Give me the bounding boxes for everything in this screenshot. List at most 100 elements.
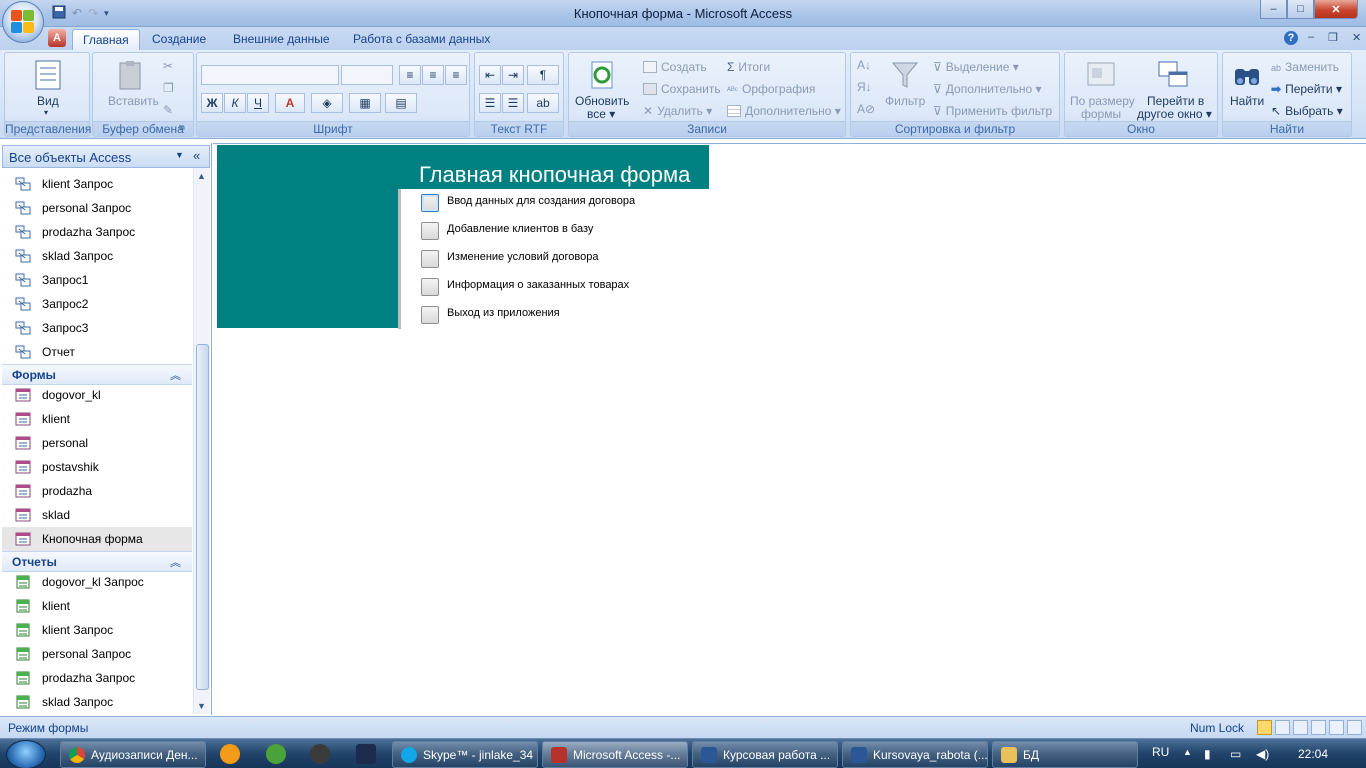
taskbar-item-folder[interactable]: БД: [992, 741, 1138, 768]
replace-button[interactable]: ab Заменить: [1271, 60, 1339, 74]
refresh-button[interactable]: Обновить: [575, 94, 629, 108]
nav-query-item[interactable]: Отчет: [2, 340, 192, 364]
nav-form-item[interactable]: personal: [2, 431, 192, 455]
apply-filter-button[interactable]: ⊽ Применить фильтр: [933, 104, 1052, 118]
sort-ascending-icon[interactable]: A↓: [857, 58, 871, 72]
nav-form-item[interactable]: dogovor_kl: [2, 383, 192, 407]
doc-minimize-button[interactable]: –: [1308, 31, 1314, 43]
bold-button[interactable]: Ж: [201, 93, 223, 113]
nav-report-item[interactable]: sklad Запрос: [2, 690, 192, 714]
more-records-button[interactable]: Дополнительно ▾: [727, 104, 841, 118]
doc-close-button[interactable]: ✕: [1352, 31, 1361, 44]
taskbar-item-skype[interactable]: Skype™ - jinlake_34: [392, 741, 538, 768]
fit-form-button-line2[interactable]: формы: [1081, 107, 1121, 121]
increase-indent-icon[interactable]: ⇥: [502, 65, 524, 85]
doc-restore-button[interactable]: ❐: [1328, 31, 1338, 44]
gridlines-icon[interactable]: ▦: [349, 93, 381, 113]
switchboard-button[interactable]: [421, 278, 439, 296]
switchboard-button[interactable]: [421, 306, 439, 324]
nav-query-item[interactable]: sklad Запрос: [2, 244, 192, 268]
selection-button[interactable]: ⊽ Выделение ▾: [933, 60, 1019, 74]
spelling-button[interactable]: ᴬᴮᶜ Орфография: [727, 82, 815, 96]
highlight-icon[interactable]: ab: [527, 93, 559, 113]
clock[interactable]: 22:04: [1298, 747, 1328, 761]
scroll-down-icon[interactable]: ▼: [197, 701, 206, 711]
nav-query-item[interactable]: Запрос3: [2, 316, 192, 340]
form-view-icon[interactable]: [1257, 720, 1272, 735]
alternate-fill-icon[interactable]: ▤: [385, 93, 417, 113]
nav-menu-dropdown-icon[interactable]: ▼: [175, 150, 184, 160]
sort-descending-icon[interactable]: Я↓: [857, 80, 872, 94]
select-button[interactable]: ↖ Выбрать ▾: [1271, 104, 1343, 118]
nav-query-item[interactable]: Запрос2: [2, 292, 192, 316]
photoshop-icon[interactable]: [356, 744, 376, 764]
italic-button[interactable]: К: [224, 93, 246, 113]
tab-external-data[interactable]: Внешние данные: [223, 29, 340, 50]
tab-home[interactable]: Главная: [72, 29, 140, 50]
totals-button[interactable]: Σ Итоги: [727, 60, 770, 74]
nav-report-item[interactable]: dogovor_kl Запрос: [2, 570, 192, 594]
refresh-button-line2[interactable]: все ▾: [587, 107, 615, 121]
help-icon[interactable]: ?: [1284, 31, 1298, 45]
nav-form-item[interactable]: klient: [2, 407, 192, 431]
underline-button[interactable]: Ч: [247, 93, 269, 113]
tab-database-tools[interactable]: Работа с базами данных: [343, 29, 500, 50]
switch-windows-button-line2[interactable]: другое окно ▾: [1137, 107, 1212, 121]
new-record-button[interactable]: Создать: [643, 60, 707, 74]
advanced-filter-button[interactable]: ⊽ Дополнительно ▾: [933, 82, 1042, 96]
nav-query-item[interactable]: prodazha Запрос: [2, 220, 192, 244]
collapse-chevron-icon[interactable]: ︽: [170, 367, 181, 383]
nav-report-item[interactable]: prodazha Запрос: [2, 666, 192, 690]
minimize-button[interactable]: –: [1260, 0, 1287, 19]
view-dropdown-icon[interactable]: ▾: [44, 108, 48, 117]
language-indicator[interactable]: RU: [1152, 745, 1169, 759]
scrollbar-thumb[interactable]: [196, 344, 209, 690]
delete-record-button[interactable]: ✕ Удалить ▾: [643, 104, 712, 118]
filter-button[interactable]: Фильтр: [885, 94, 925, 108]
layout-view-icon[interactable]: [1329, 720, 1344, 735]
close-button[interactable]: ✕: [1314, 0, 1358, 19]
numbering-icon[interactable]: ☰: [502, 93, 524, 113]
nav-query-item[interactable]: Запрос1: [2, 268, 192, 292]
nav-form-item[interactable]: prodazha: [2, 479, 192, 503]
maximize-button[interactable]: □: [1287, 0, 1314, 19]
nav-report-item[interactable]: personal Запрос: [2, 642, 192, 666]
goto-button[interactable]: ➡ Перейти ▾: [1271, 82, 1342, 96]
nav-form-item-selected[interactable]: Кнопочная форма: [2, 527, 192, 551]
office-button[interactable]: [2, 1, 44, 43]
font-name-dropdown[interactable]: [201, 65, 339, 85]
nav-query-item[interactable]: klient Запрос: [2, 172, 192, 196]
clear-sort-icon[interactable]: A⊘: [857, 102, 875, 116]
nav-pane-header[interactable]: Все объекты Access ▼ «: [2, 145, 210, 168]
align-left-icon[interactable]: ≡: [399, 65, 421, 85]
taskbar-item-word-1[interactable]: Курсовая работа ...: [692, 741, 838, 768]
save-record-button[interactable]: Сохранить: [643, 82, 721, 96]
collapse-chevron-icon[interactable]: ︽: [170, 554, 181, 570]
switchboard-button[interactable]: [421, 250, 439, 268]
design-view-icon[interactable]: [1347, 720, 1362, 735]
pivot-chart-view-icon[interactable]: [1311, 720, 1326, 735]
nav-form-item[interactable]: postavshik: [2, 455, 192, 479]
scroll-up-icon[interactable]: ▲: [197, 171, 206, 181]
utorrent-icon[interactable]: [266, 744, 286, 764]
nav-scrollbar[interactable]: ▲ ▼: [193, 168, 210, 714]
nav-report-item[interactable]: klient Запрос: [2, 618, 192, 642]
taskbar-item-chrome[interactable]: Аудиозаписи Ден...: [60, 741, 206, 768]
tray-expand-icon[interactable]: ▲: [1183, 747, 1192, 757]
taskbar-item-word-2[interactable]: Kursovaya_rabota (...: [842, 741, 988, 768]
app-icon[interactable]: [310, 744, 330, 764]
copy-icon[interactable]: ❐: [163, 81, 174, 95]
switchboard-button[interactable]: [421, 222, 439, 240]
tab-create[interactable]: Создание: [142, 29, 216, 50]
font-size-dropdown[interactable]: [341, 65, 393, 85]
pivot-table-view-icon[interactable]: [1293, 720, 1308, 735]
cut-icon[interactable]: ✂: [163, 59, 173, 73]
paragraph-direction-icon[interactable]: ¶: [527, 65, 559, 85]
nav-report-item[interactable]: klient: [2, 594, 192, 618]
tray-device-icon[interactable]: ▮: [1204, 747, 1211, 761]
avast-icon[interactable]: [220, 744, 240, 764]
bullets-icon[interactable]: ☰: [479, 93, 501, 113]
format-painter-icon[interactable]: ✎: [163, 103, 173, 117]
paste-button[interactable]: Вставить: [108, 94, 159, 108]
fill-color-icon[interactable]: ◈: [311, 93, 343, 113]
